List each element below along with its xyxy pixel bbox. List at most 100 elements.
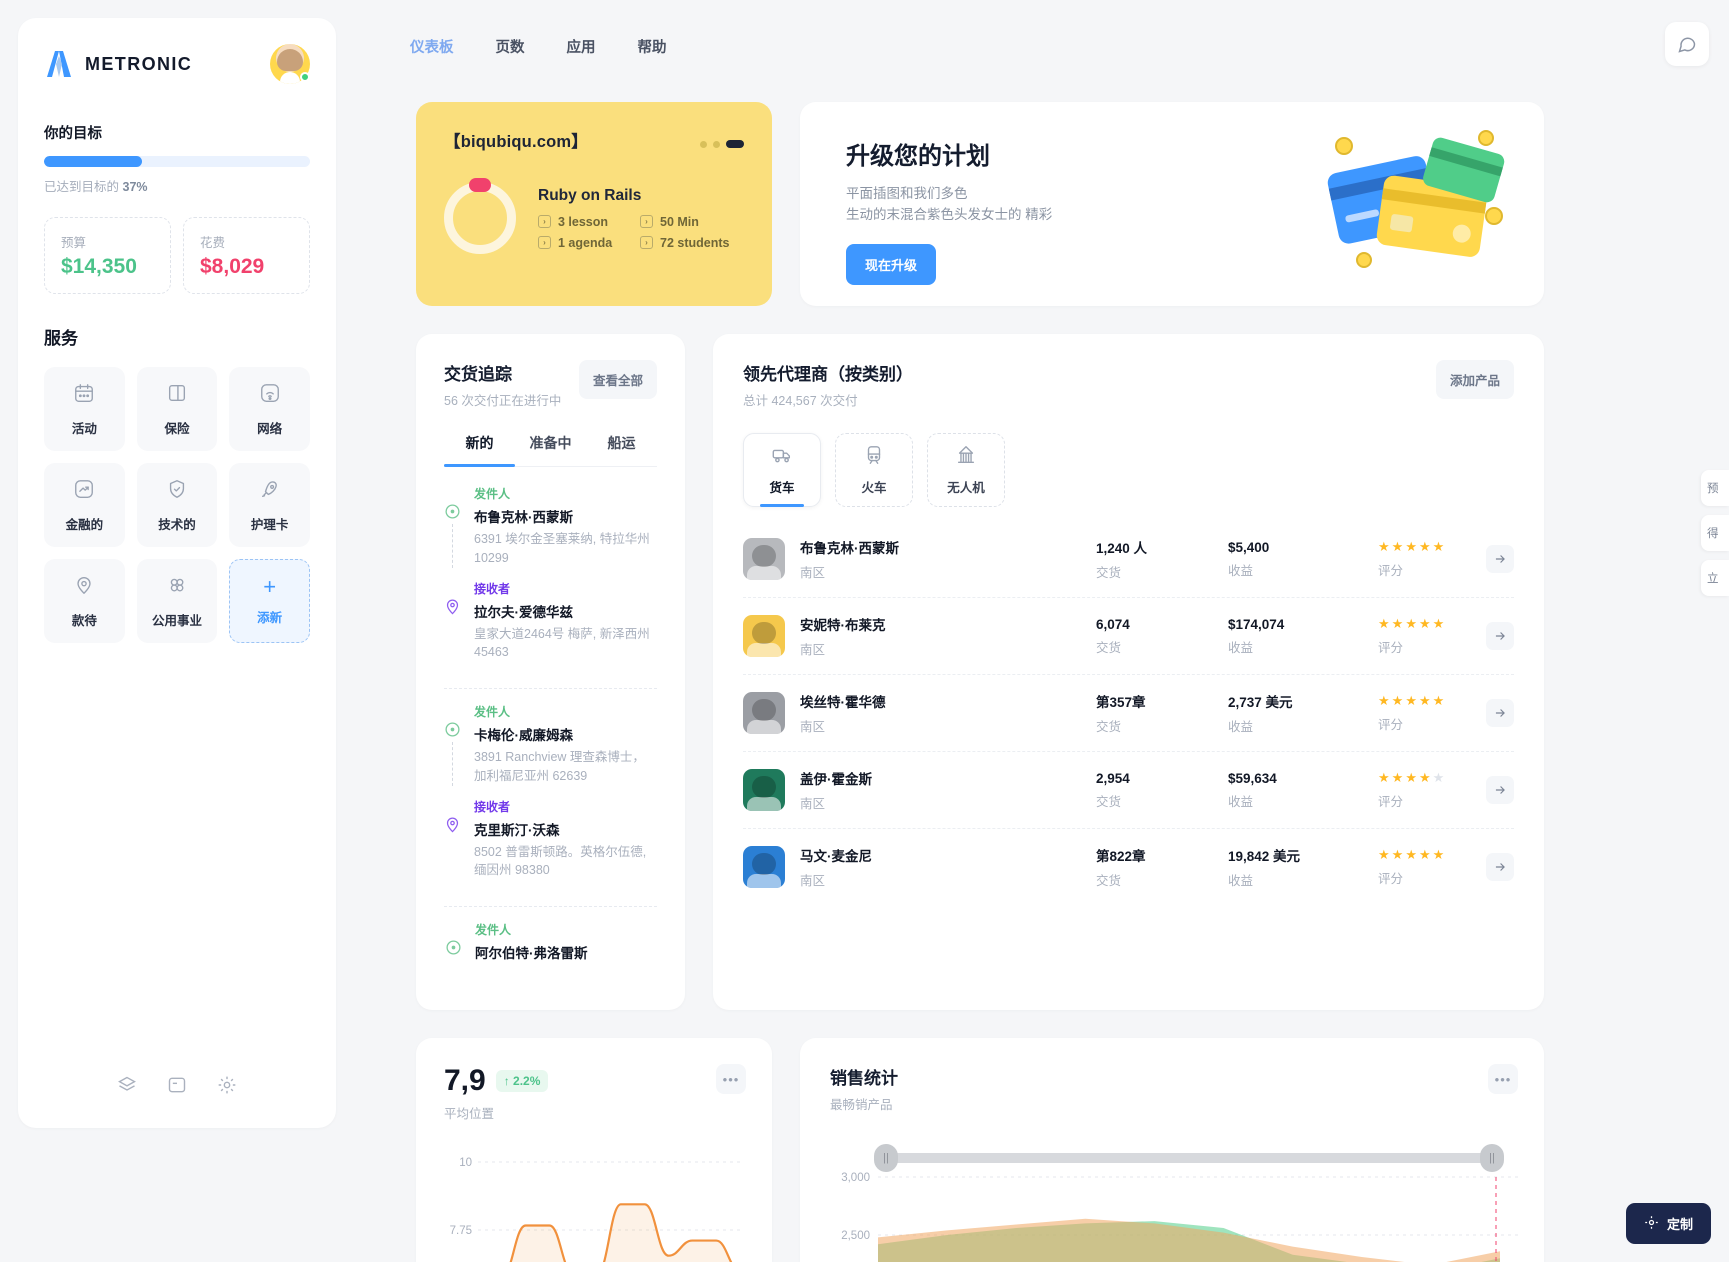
agent-revenue-value: 19,842 美元 bbox=[1228, 849, 1301, 864]
rail-item[interactable]: 预 bbox=[1701, 470, 1729, 506]
notes-icon[interactable] bbox=[167, 1075, 187, 1100]
service-tile-4[interactable]: 技术的 bbox=[136, 463, 218, 547]
course-meta-label: 50 Min bbox=[660, 214, 699, 229]
agents-subtitle: 总计 424,567 次交付 bbox=[743, 394, 858, 408]
service-tile-3[interactable]: 金融的 bbox=[44, 463, 125, 547]
delivery-tab[interactable]: 准备中 bbox=[515, 433, 586, 466]
sidebar-footer bbox=[44, 1075, 310, 1128]
service-tile-6[interactable]: 款待 bbox=[44, 559, 125, 643]
calendar-icon bbox=[73, 382, 95, 409]
service-tile-2[interactable]: 网络 bbox=[229, 367, 310, 451]
star-icon: ★ bbox=[1418, 693, 1431, 708]
avg-position-delta: ↑ 2.2% bbox=[495, 1070, 549, 1092]
sender-block: 发件人 布鲁克林·西蒙斯 6391 埃尔金圣塞莱纳, 特拉华州 10299 bbox=[444, 485, 657, 580]
nav-item[interactable]: 应用 bbox=[567, 36, 596, 57]
service-tile-5[interactable]: 护理卡 bbox=[229, 463, 310, 547]
user-avatar[interactable] bbox=[270, 44, 310, 84]
row-arrow-button[interactable] bbox=[1486, 776, 1514, 804]
sender-name: 布鲁克林·西蒙斯 bbox=[474, 510, 573, 525]
gear-icon bbox=[1644, 1215, 1659, 1233]
star-icon: ★ bbox=[1378, 539, 1390, 554]
drone-icon bbox=[955, 444, 977, 469]
upgrade-now-button[interactable]: 现在升级 bbox=[846, 243, 937, 285]
mode-tab[interactable]: 货车 bbox=[743, 433, 821, 507]
view-all-button[interactable]: 查看全部 bbox=[578, 360, 657, 399]
progress-ring bbox=[444, 178, 516, 254]
agent-delivery-value: 1,240 人 bbox=[1096, 541, 1148, 556]
delivery-tab[interactable]: 新的 bbox=[444, 433, 515, 467]
dot[interactable] bbox=[713, 140, 720, 148]
star-icon: ★ bbox=[1405, 539, 1417, 554]
mode-tab[interactable]: 无人机 bbox=[927, 433, 1005, 507]
location-pin-icon bbox=[73, 574, 95, 601]
service-tile-1[interactable]: 保险 bbox=[136, 367, 218, 451]
service-label: 护理卡 bbox=[250, 517, 289, 532]
kpi-budget: 预算 $14,350 bbox=[44, 217, 171, 294]
delivery-tab[interactable]: 船运 bbox=[586, 433, 657, 466]
table-row: 马文·麦金尼 南区 第822章 交货 19,842 美元 收益 ★ ★ ★ ★ ★ 评分 bbox=[743, 829, 1514, 905]
shield-check-icon bbox=[166, 478, 188, 505]
rail-item[interactable]: 得 bbox=[1701, 515, 1729, 551]
metronic-logo-icon bbox=[44, 50, 74, 78]
agent-delivery-label: 交货 bbox=[1096, 640, 1122, 655]
role-label: 发件人 bbox=[474, 487, 511, 501]
agents-title: 领先代理商（按类别） bbox=[743, 365, 913, 384]
rating-stars: ★ ★ ★ ★ ★ bbox=[1378, 693, 1486, 709]
nav-item[interactable]: 页数 bbox=[496, 36, 525, 57]
goal-caption-prefix: 已达到目标的 bbox=[44, 180, 120, 194]
sender-name: 阿尔伯特·弗洛雷斯 bbox=[475, 946, 588, 961]
layers-icon[interactable] bbox=[117, 1075, 137, 1100]
service-tile-add[interactable]: + 添新 bbox=[229, 559, 310, 643]
kebab-icon[interactable]: ••• bbox=[1488, 1064, 1518, 1094]
svg-text:2,500: 2,500 bbox=[841, 1230, 870, 1242]
row-arrow-button[interactable] bbox=[1486, 853, 1514, 881]
dot-active[interactable] bbox=[726, 140, 744, 148]
dot[interactable] bbox=[700, 140, 707, 148]
sender-block: 发件人 卡梅伦·威廉姆森 3891 Ranchview 理查森博士，加利福尼亚州 6… bbox=[444, 703, 657, 798]
avg-position-label: 平均位置 bbox=[444, 1107, 495, 1121]
star-icon: ★ bbox=[1378, 847, 1390, 862]
agent-delivery-label: 交货 bbox=[1096, 794, 1122, 809]
chat-bubble-icon[interactable] bbox=[1665, 22, 1709, 66]
service-label: 款待 bbox=[71, 613, 97, 628]
agent-rating-label: 评分 bbox=[1378, 718, 1404, 732]
receiver-pin-icon bbox=[444, 798, 461, 881]
row-arrow-button[interactable] bbox=[1486, 545, 1514, 573]
carousel-dots[interactable] bbox=[700, 140, 744, 148]
receiver-pin-icon bbox=[444, 580, 461, 663]
service-label: 公用事业 bbox=[151, 613, 202, 628]
delivery-header: 交货追踪 56 次交付正在进行中 查看全部 bbox=[444, 360, 657, 409]
service-tile-0[interactable]: 活动 bbox=[44, 367, 125, 451]
agent-delivery-label: 交货 bbox=[1096, 566, 1122, 580]
agent-name: 布鲁克林·西蒙斯 bbox=[800, 541, 899, 556]
agent-revenue-value: 2,737 美元 bbox=[1228, 695, 1293, 710]
nav-item[interactable]: 仪表板 bbox=[410, 36, 454, 57]
row-arrow-button[interactable] bbox=[1486, 699, 1514, 727]
service-label: 保险 bbox=[164, 421, 190, 436]
service-tile-7[interactable]: 公用事业 bbox=[136, 559, 218, 643]
truck-icon bbox=[771, 444, 793, 469]
nav-item[interactable]: 帮助 bbox=[638, 36, 667, 57]
rail-item[interactable]: 立 bbox=[1701, 560, 1729, 596]
star-icon: ★ bbox=[1432, 770, 1445, 785]
customize-button[interactable]: 定制 bbox=[1625, 1203, 1711, 1244]
agent-revenue-label: 收益 bbox=[1228, 640, 1254, 655]
mode-tab[interactable]: 火车 bbox=[835, 433, 913, 507]
gear-icon[interactable] bbox=[217, 1075, 237, 1100]
add-product-button[interactable]: 添加产品 bbox=[1435, 360, 1514, 399]
brand[interactable]: METRONIC bbox=[44, 50, 192, 78]
slider-handle-left[interactable]: || bbox=[874, 1144, 898, 1172]
kebab-icon[interactable]: ••• bbox=[716, 1064, 746, 1094]
sender-pin-icon bbox=[444, 921, 462, 962]
sales-range-slider[interactable]: || || bbox=[874, 1144, 1504, 1172]
sender-pin-icon bbox=[444, 703, 461, 786]
agent-delivery-value: 2,954 bbox=[1096, 770, 1130, 786]
chevron-right-icon: › bbox=[538, 236, 551, 249]
row-arrow-button[interactable] bbox=[1486, 622, 1514, 650]
slider-handle-right[interactable]: || bbox=[1480, 1144, 1504, 1172]
service-label: 网络 bbox=[257, 421, 283, 436]
service-label: 金融的 bbox=[65, 517, 104, 532]
services-title: 服务 bbox=[44, 329, 78, 348]
course-meta-item: › 1 agenda bbox=[538, 236, 640, 250]
top-navigation: 仪表板 页数 应用 帮助 bbox=[410, 36, 667, 57]
